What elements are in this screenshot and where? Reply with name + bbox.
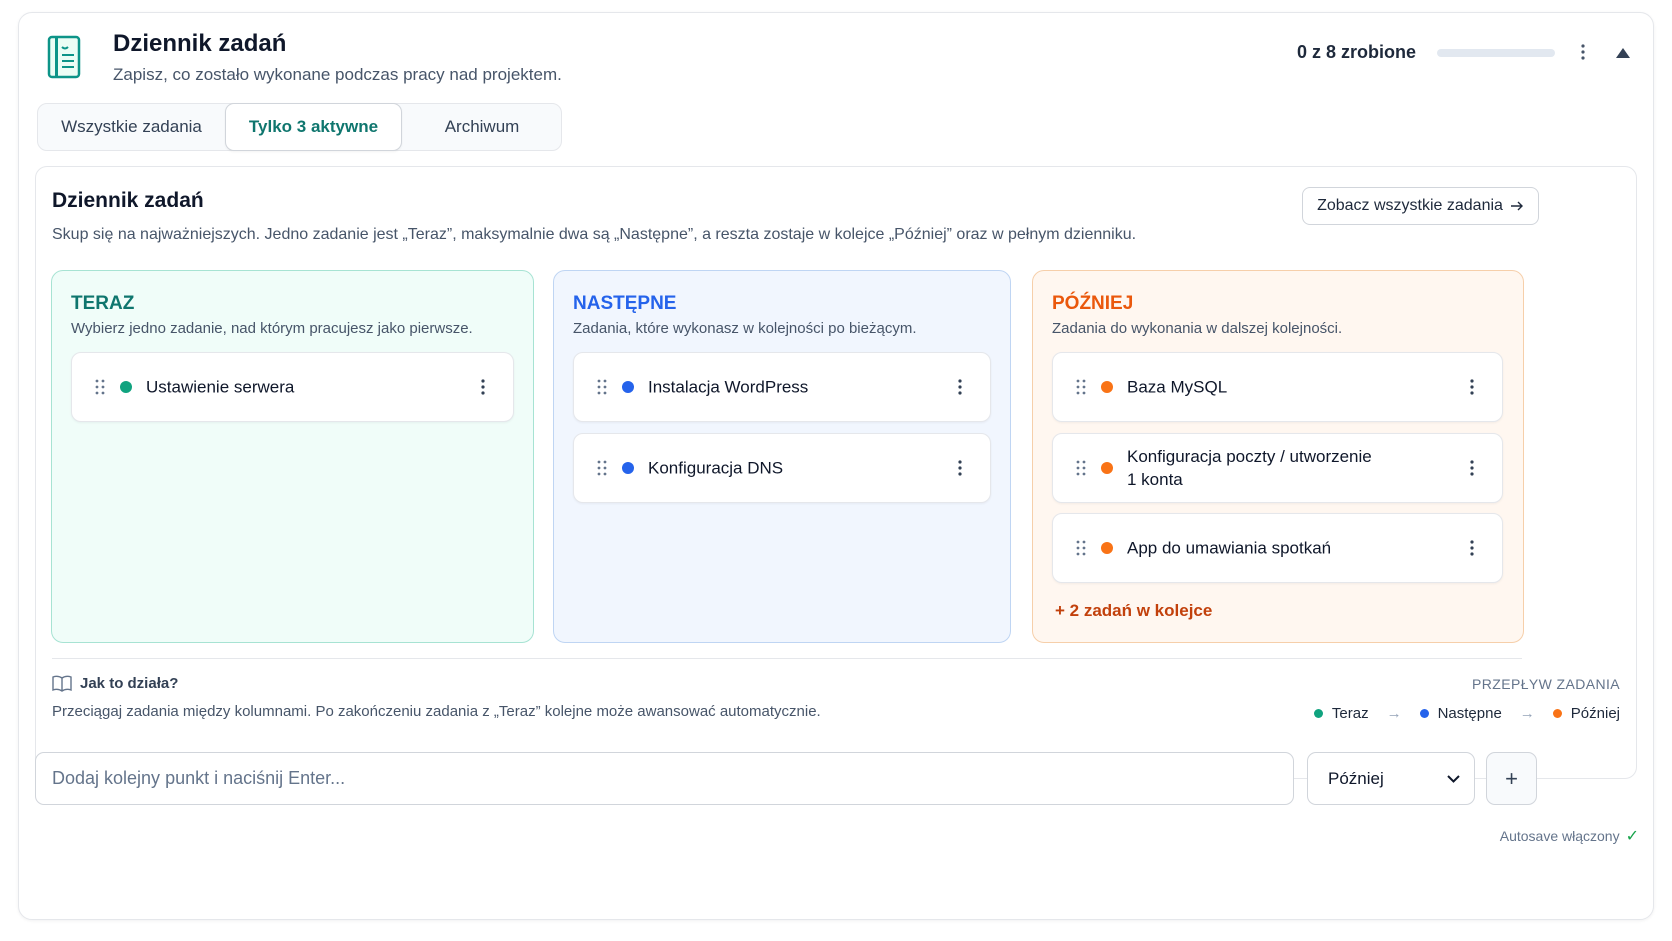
flow-step: Następne: [1437, 705, 1502, 722]
task-menu-button[interactable]: [1464, 457, 1480, 479]
task-journal-card: Dziennik zadań Zapisz, co zostało wykona…: [18, 12, 1654, 920]
status-dot: [120, 381, 132, 393]
flow-title: PRZEPŁYW ZADANIA: [1472, 676, 1620, 692]
column-next: NASTĘPNE Zadania, które wykonasz w kolej…: [553, 270, 1011, 643]
chevron-down-icon: [1447, 774, 1460, 783]
caret-up-icon: [1616, 48, 1630, 58]
column-title: NASTĘPNE: [573, 293, 677, 314]
view-all-label: Zobacz wszystkie zadania: [1317, 197, 1503, 214]
task-menu-button[interactable]: [1464, 537, 1480, 559]
flow-step: Później: [1570, 705, 1620, 722]
book-icon: [52, 675, 72, 692]
flow-step: Teraz: [1331, 705, 1369, 722]
column-select-value: Później: [1328, 768, 1384, 788]
more-vertical-icon: [1470, 460, 1474, 476]
column-subtitle: Zadania, które wykonasz w kolejności po …: [573, 320, 917, 337]
task-card[interactable]: Ustawienie serwera: [71, 352, 514, 422]
add-task-input[interactable]: [35, 752, 1294, 805]
help-title: Jak to działa?: [80, 675, 179, 692]
task-card[interactable]: Konfiguracja poczty / utworzenie 1 konta: [1052, 433, 1503, 503]
column-title: TERAZ: [71, 293, 135, 314]
task-label: Baza MySQL: [1127, 377, 1228, 397]
column-subtitle: Zadania do wykonania w dalszej kolejnośc…: [1052, 320, 1343, 337]
column-now: TERAZ Wybierz jedno zadanie, nad którym …: [51, 270, 534, 643]
more-vertical-icon: [481, 379, 485, 395]
collapse-button[interactable]: [1611, 41, 1635, 65]
flow-dot: [1313, 709, 1323, 718]
add-task-button[interactable]: +: [1486, 752, 1537, 805]
tab-active-only[interactable]: Tylko 3 aktywne: [225, 103, 402, 151]
task-label: Konfiguracja poczty / utworzenie 1 konta: [1127, 447, 1372, 489]
drag-handle-icon[interactable]: [596, 460, 608, 476]
progress-bar: [1437, 49, 1555, 57]
arrow-right-icon: [1510, 201, 1523, 211]
task-menu-button[interactable]: [475, 376, 491, 398]
view-all-tasks-button[interactable]: Zobacz wszystkie zadania: [1302, 187, 1539, 225]
autosave-label: Autosave włączony: [1499, 828, 1620, 844]
task-label: Konfiguracja DNS: [648, 458, 784, 478]
column-title: PÓŹNIEJ: [1052, 293, 1134, 314]
drag-handle-icon[interactable]: [1075, 379, 1087, 395]
task-card[interactable]: Baza MySQL: [1052, 352, 1503, 422]
drag-handle-icon[interactable]: [1075, 460, 1087, 476]
task-menu-button[interactable]: [952, 457, 968, 479]
more-in-queue-link[interactable]: + 2 zadań w kolejce: [1055, 601, 1212, 621]
more-options-button[interactable]: [1571, 39, 1595, 65]
status-dot: [622, 462, 634, 474]
more-vertical-icon: [958, 379, 962, 395]
task-card[interactable]: Konfiguracja DNS: [573, 433, 991, 503]
task-card[interactable]: Instalacja WordPress: [573, 352, 991, 422]
more-vertical-icon: [958, 460, 962, 476]
arrow-right-icon: →: [1386, 705, 1402, 722]
drag-handle-icon[interactable]: [94, 379, 106, 395]
more-vertical-icon: [1470, 379, 1474, 395]
board-title: Dziennik zadań: [52, 189, 204, 212]
task-menu-button[interactable]: [1464, 376, 1480, 398]
tab-archive[interactable]: Archiwum: [402, 104, 562, 150]
status-dot: [1101, 542, 1113, 554]
page-subtitle: Zapisz, co zostało wykonane podczas prac…: [113, 65, 562, 84]
flow-dot: [1552, 709, 1562, 718]
status-dot: [1101, 462, 1113, 474]
flow-legend: Teraz → Następne → Później: [1313, 705, 1620, 722]
drag-handle-icon[interactable]: [596, 379, 608, 395]
view-tabs: Wszystkie zadania Tylko 3 aktywne Archiw…: [37, 103, 562, 151]
flow-dot: [1419, 709, 1429, 718]
help-text: Przeciągaj zadania między kolumnami. Po …: [52, 703, 821, 720]
tab-all-tasks[interactable]: Wszystkie zadania: [38, 104, 225, 150]
arrow-right-icon: →: [1519, 705, 1535, 722]
journal-icon: [47, 35, 81, 79]
board-subtitle: Skup się na najważniejszych. Jedno zadan…: [52, 226, 1137, 243]
more-vertical-icon: [1581, 44, 1585, 60]
drag-handle-icon[interactable]: [1075, 540, 1087, 556]
task-board: Dziennik zadań Skup się na najważniejszy…: [35, 166, 1637, 779]
autosave-status: Autosave włączony ✓: [1500, 826, 1639, 846]
status-dot: [1101, 381, 1113, 393]
task-label: Ustawienie serwera: [146, 377, 295, 397]
task-menu-button[interactable]: [952, 376, 968, 398]
page-title: Dziennik zadań: [113, 30, 287, 57]
progress-text: 0 z 8 zrobione: [1297, 42, 1417, 62]
more-vertical-icon: [1470, 540, 1474, 556]
column-subtitle: Wybierz jedno zadanie, nad którym pracuj…: [71, 320, 473, 337]
task-label: Instalacja WordPress: [648, 377, 809, 397]
status-dot: [622, 381, 634, 393]
column-later: PÓŹNIEJ Zadania do wykonania w dalszej k…: [1032, 270, 1524, 643]
divider: [52, 658, 1522, 659]
column-select[interactable]: Później: [1307, 752, 1475, 805]
check-icon: ✓: [1625, 828, 1639, 845]
task-card[interactable]: App do umawiania spotkań: [1052, 513, 1503, 583]
task-label: App do umawiania spotkań: [1127, 538, 1332, 558]
